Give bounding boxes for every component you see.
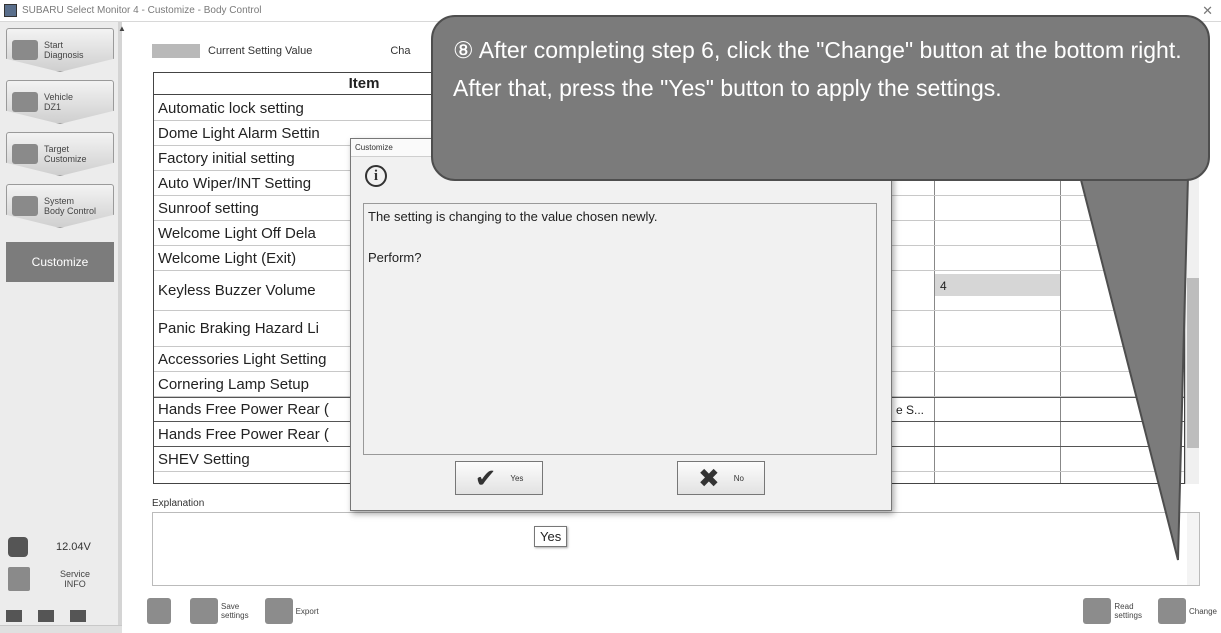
instruction-callout: ⑧ After completing step 6, click the "Ch… [431, 15, 1210, 181]
